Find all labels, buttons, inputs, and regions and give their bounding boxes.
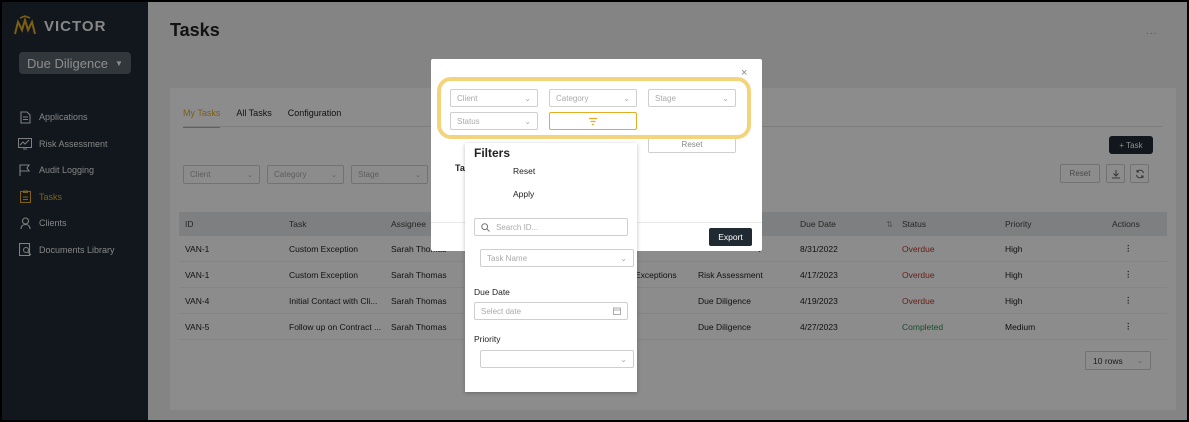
export-button[interactable]: Export <box>709 228 752 246</box>
search-id-input[interactable]: Search ID... <box>474 218 628 236</box>
due-date-label: Due Date <box>474 287 510 297</box>
highlight-outline <box>437 77 751 139</box>
priority-select[interactable]: ⌄ <box>480 350 634 368</box>
task-name-placeholder: Task Name <box>487 253 528 263</box>
filters-apply-option[interactable]: Apply <box>513 189 534 199</box>
filters-dropdown-panel: Filters Reset Apply Search ID... Task Na… <box>465 143 637 392</box>
filters-reset-option[interactable]: Reset <box>513 166 535 176</box>
modal-partial-label: Ta <box>455 163 465 173</box>
search-icon <box>481 222 490 232</box>
calendar-icon <box>613 307 621 315</box>
priority-label: Priority <box>474 334 501 344</box>
search-id-placeholder: Search ID... <box>496 222 539 232</box>
chevron-down-icon: ⌄ <box>620 253 627 263</box>
app-window: VICTOR Due Diligence ▼ Applications Risk… <box>0 0 1189 422</box>
task-name-select[interactable]: Task Name ⌄ <box>480 249 634 267</box>
filters-title: Filters <box>474 146 511 160</box>
due-date-picker[interactable]: Select date <box>474 302 628 320</box>
due-date-placeholder: Select date <box>481 306 522 316</box>
chevron-down-icon: ⌄ <box>620 354 627 364</box>
